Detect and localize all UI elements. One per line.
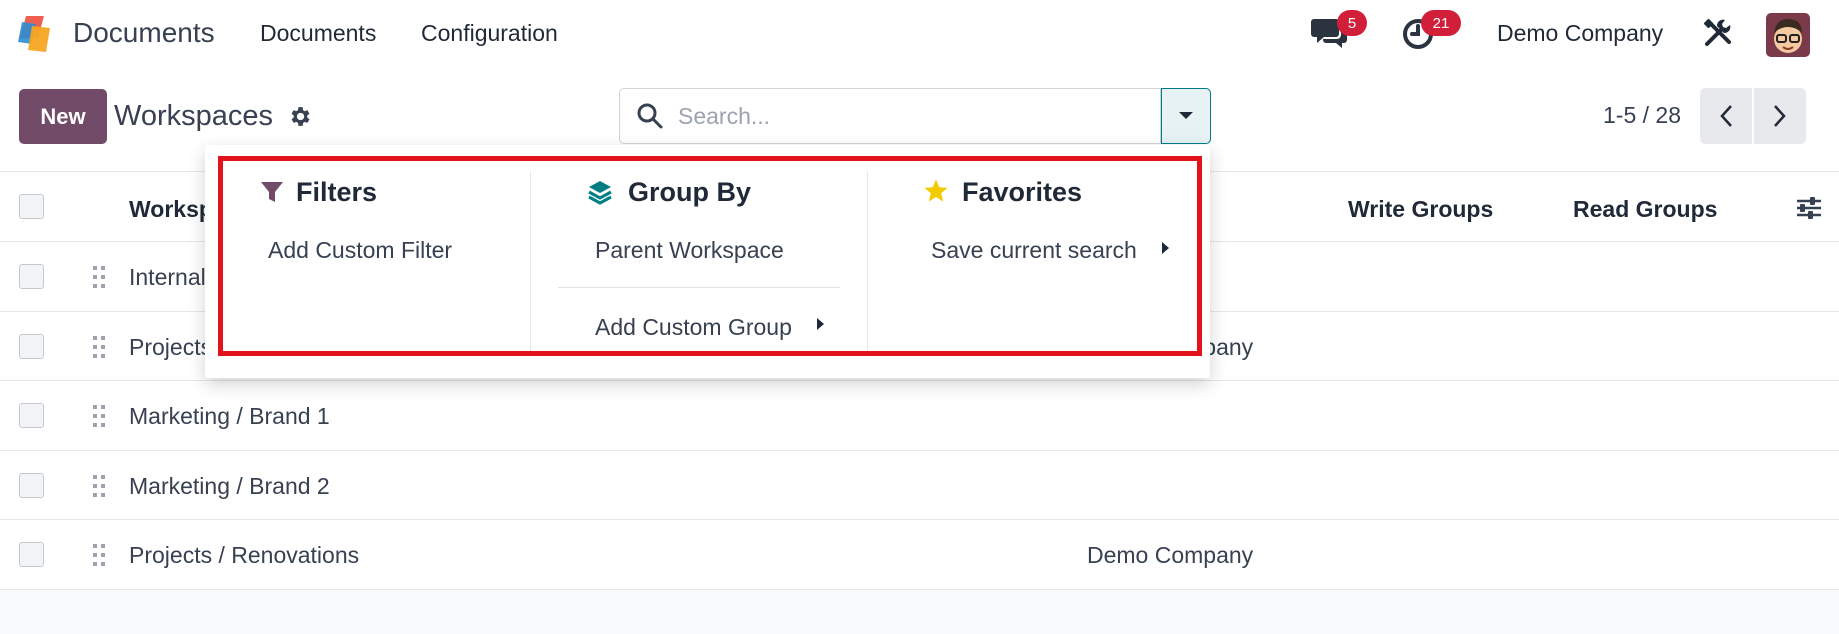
drag-handle-icon[interactable]: [91, 473, 107, 499]
gear-icon[interactable]: [287, 104, 312, 129]
search-icon: [637, 103, 663, 129]
caret-down-icon: [1179, 112, 1193, 119]
workspace-name-cell: Projects: [129, 333, 213, 360]
top-navbar: Documents Documents Configuration 5 21 D…: [0, 0, 1839, 68]
row-checkbox[interactable]: [19, 403, 44, 428]
pager-next-button[interactable]: [1754, 88, 1806, 144]
table-row[interactable]: Projects / Renovations Demo Company: [0, 520, 1839, 590]
drag-handle-icon[interactable]: [91, 264, 107, 290]
workspace-name-cell: Internal: [129, 264, 206, 290]
highlight-box: [218, 156, 1202, 356]
workspace-name-cell: Marketing / Brand 1: [129, 403, 330, 429]
select-all-checkbox[interactable]: [19, 194, 44, 219]
row-checkbox[interactable]: [19, 333, 44, 359]
workspace-name-cell: Marketing / Brand 2: [129, 472, 330, 499]
company-cell: Demo Company: [1087, 542, 1254, 568]
menu-documents[interactable]: Documents: [260, 20, 376, 47]
chevron-left-icon: [1720, 105, 1732, 127]
search-options-toggle[interactable]: [1161, 88, 1211, 144]
page-title: Workspaces: [114, 100, 274, 132]
drag-handle-icon[interactable]: [91, 542, 107, 568]
messages-badge: 5: [1337, 10, 1367, 36]
new-button[interactable]: New: [19, 89, 107, 144]
tools-icon[interactable]: [1703, 18, 1733, 48]
workspace-name-cell: Projects / Renovations: [129, 542, 360, 568]
column-header-write-groups[interactable]: Write Groups: [1348, 196, 1493, 223]
row-checkbox[interactable]: [19, 264, 44, 289]
table-row[interactable]: Marketing / Brand 2: [0, 450, 1839, 520]
activities-badge: 21: [1421, 10, 1461, 36]
drag-handle-icon[interactable]: [91, 334, 107, 360]
column-settings-icon[interactable]: [1795, 194, 1823, 222]
menu-configuration[interactable]: Configuration: [421, 20, 558, 47]
app-name[interactable]: Documents: [73, 17, 215, 49]
row-checkbox[interactable]: [19, 542, 44, 567]
table-row[interactable]: Marketing / Brand 1: [0, 381, 1839, 451]
drag-handle-icon[interactable]: [91, 403, 107, 429]
company-switcher[interactable]: Demo Company: [1497, 20, 1663, 47]
row-checkbox[interactable]: [19, 472, 44, 498]
app-logo[interactable]: [16, 14, 58, 54]
column-header-read-groups[interactable]: Read Groups: [1573, 196, 1717, 223]
pager-previous-button[interactable]: [1700, 88, 1752, 144]
pager-value[interactable]: 1-5 / 28: [1603, 102, 1681, 129]
search-bar[interactable]: [619, 88, 1161, 144]
search-input[interactable]: [678, 99, 1148, 133]
user-avatar[interactable]: [1766, 13, 1810, 57]
chevron-right-icon: [1774, 105, 1786, 127]
